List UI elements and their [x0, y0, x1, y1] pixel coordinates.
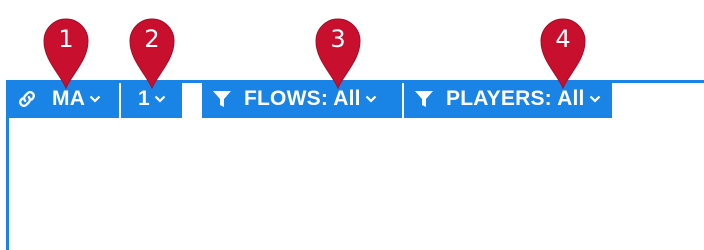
callout-marker-1: 1: [38, 14, 94, 90]
chevron-down-icon: [589, 94, 601, 104]
filter-icon: [212, 89, 232, 109]
link-icon: [16, 88, 38, 110]
players-filter-label: PLAYERS: All: [446, 87, 585, 110]
callout-marker-3: 3: [310, 14, 366, 90]
chevron-down-icon: [154, 94, 166, 104]
flows-filter-button[interactable]: FLOWS: All: [202, 80, 402, 118]
callout-marker-4: 4: [535, 14, 591, 90]
filter-icon: [414, 89, 434, 109]
link-dropdown-label: MA: [52, 87, 86, 110]
chevron-down-icon: [89, 94, 101, 104]
flows-filter-label: FLOWS: All: [244, 87, 361, 110]
chevron-down-icon: [365, 94, 377, 104]
number-dropdown-label: 1: [138, 87, 150, 110]
callout-marker-2: 2: [124, 14, 180, 90]
